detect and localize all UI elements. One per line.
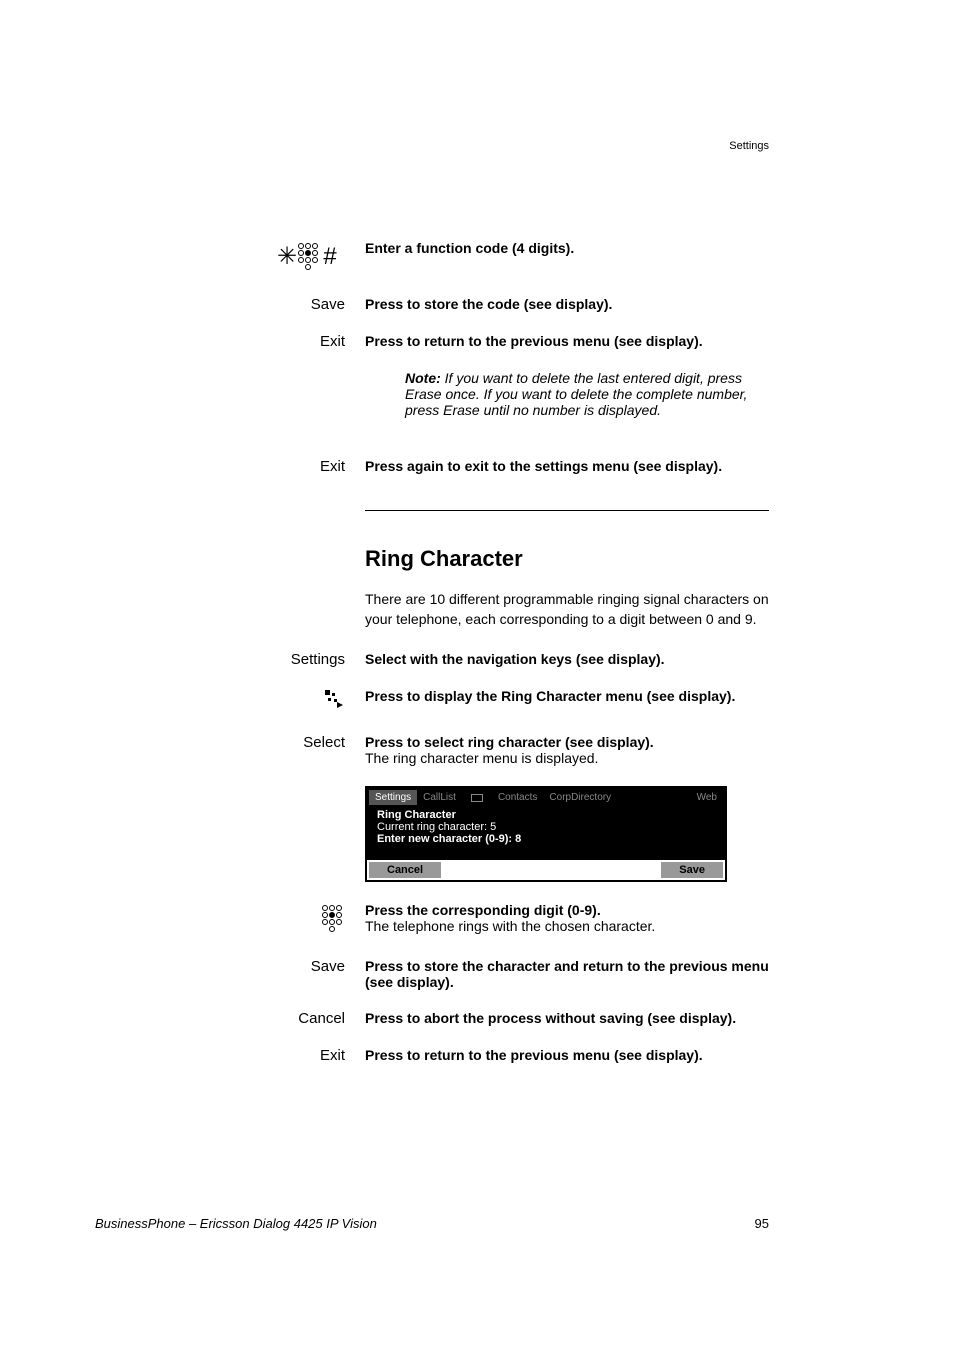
nav-instruction: Press to display the Ring Character menu… [365,688,769,714]
page-footer: BusinessPhone – Ericsson Dialog 4425 IP … [95,1216,769,1231]
save-instruction-1: Press to store the code (see display). [365,296,769,313]
section-intro: There are 10 different programmable ring… [365,590,769,629]
svg-text:#: # [323,243,337,270]
phone-footer-save: Save [661,862,723,878]
navigation-key-icon-cell [220,688,365,714]
phone-tab-corpdirectory: CorpDirectory [543,790,617,805]
note-block: Note: If you want to delete the last ent… [405,370,769,418]
star-keypad-hash-icon: ✳ # [275,240,345,272]
keypad-instruction-2: Press the corresponding digit (0-9). The… [365,902,769,938]
select-instruction: Press to select ring character (see disp… [365,734,769,766]
exit-label-1: Exit [220,333,365,350]
section-divider [365,510,769,511]
save-label-2: Save [220,958,365,990]
settings-instruction: Select with the navigation keys (see dis… [365,651,769,668]
phone-tab-calllist: CallList [417,790,462,805]
note-label: Note: [405,370,441,386]
save-label-1: Save [220,296,365,313]
exit-label-2: Exit [220,458,365,475]
phone-tab-contacts: Contacts [492,790,543,805]
page-header-right: Settings [729,140,769,152]
exit-instruction-3: Press to return to the previous menu (se… [365,1047,769,1064]
phone-tab-web: Web [691,790,723,805]
phone-body-line-1: Current ring character: 5 [377,821,715,833]
select-label: Select [220,734,365,766]
exit-label-3: Exit [220,1047,365,1064]
keypad-only-icon [319,902,345,934]
phone-tab-settings: Settings [369,790,417,805]
footer-page-number: 95 [755,1216,769,1231]
phone-display: Settings CallList Contacts CorpDirectory… [365,786,727,882]
note-text: If you want to delete the last entered d… [405,370,747,418]
svg-text:✳: ✳ [277,243,297,270]
section-title: Ring Character [365,546,769,572]
phone-tabs: Settings CallList Contacts CorpDirectory… [369,790,723,805]
phone-body-title: Ring Character [377,809,715,821]
keypad-subtext-2: The telephone rings with the chosen char… [365,918,655,934]
footer-product: BusinessPhone – Ericsson Dialog 4425 IP … [95,1216,377,1231]
save-instruction-2: Press to store the character and return … [365,958,769,990]
navigation-key-icon [323,688,345,710]
settings-label: Settings [220,651,365,668]
exit-instruction-1: Press to return to the previous menu (se… [365,333,769,350]
phone-body: Ring Character Current ring character: 5… [369,805,723,857]
cancel-label: Cancel [220,1010,365,1027]
exit-instruction-2: Press again to exit to the settings menu… [365,458,769,475]
keypad-instruction: Enter a function code (4 digits). [365,240,769,276]
phone-tab-icon [462,792,492,803]
cancel-instruction: Press to abort the process without savin… [365,1010,769,1027]
phone-footer-cancel: Cancel [369,862,441,878]
select-subtext: The ring character menu is displayed. [365,750,598,766]
keypad-symbol-cell: ✳ # [220,240,365,276]
phone-footer: Cancel Save [367,859,725,880]
phone-body-line-2: Enter new character (0-9): 8 [377,833,715,845]
keypad-symbol-cell-2 [220,902,365,938]
